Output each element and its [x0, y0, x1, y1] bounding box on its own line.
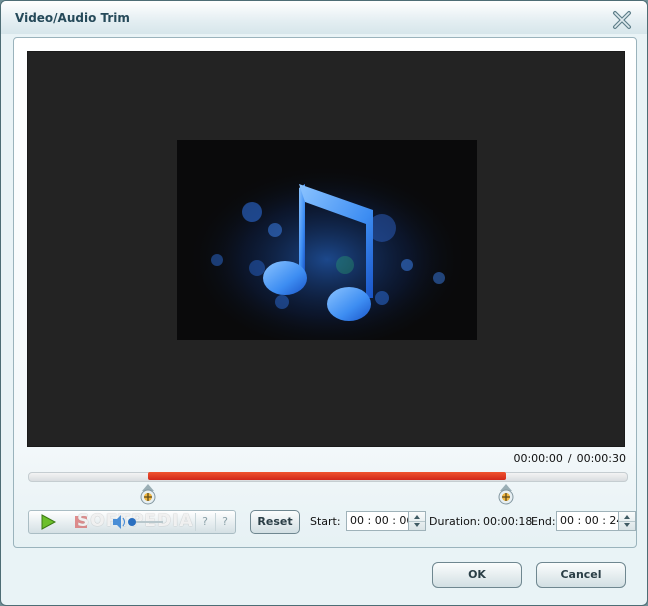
video-preview	[27, 51, 625, 447]
trim-selection	[147, 472, 507, 480]
start-spinner	[408, 512, 425, 530]
album-art	[177, 140, 477, 340]
player-toolbar: SOFTPEDIA ? ?	[28, 510, 236, 534]
ok-button[interactable]: OK	[432, 562, 522, 588]
window-title: Video/Audio Trim	[15, 11, 130, 25]
duration-value: 00:00:18	[483, 515, 533, 528]
play-icon[interactable]	[29, 511, 65, 533]
start-down-arrow-icon[interactable]	[409, 521, 425, 530]
end-time-field[interactable]: 00 : 00 : 24	[556, 511, 636, 531]
end-handle[interactable]	[497, 483, 515, 507]
duration-label: Duration:	[429, 515, 481, 528]
help-button-1[interactable]: ?	[195, 513, 214, 531]
total-time: 00:00:30	[576, 452, 626, 465]
end-spinner	[618, 512, 635, 530]
current-time: 00:00:00	[513, 452, 563, 465]
controls-row: SOFTPEDIA ? ? Reset Start: 00 : 00 : 06	[28, 510, 636, 534]
end-time-value: 00 : 00 : 24	[560, 514, 624, 527]
reset-button[interactable]: Reset	[250, 510, 300, 534]
help-button-2[interactable]: ?	[215, 513, 234, 531]
title-bar[interactable]: Video/Audio Trim	[1, 1, 647, 34]
start-time-value: 00 : 00 : 06	[350, 514, 414, 527]
speaker-icon[interactable]	[109, 511, 169, 533]
trim-panel: 00:00:00/00:00:30 SOFTPEDIA	[13, 37, 637, 548]
start-label: Start:	[310, 515, 341, 528]
end-down-arrow-icon[interactable]	[619, 521, 635, 530]
start-time-field[interactable]: 00 : 00 : 06	[346, 511, 426, 531]
time-separator: /	[567, 452, 572, 465]
cancel-button[interactable]: Cancel	[536, 562, 626, 588]
end-label: End:	[531, 515, 556, 528]
start-handle[interactable]	[139, 483, 157, 507]
time-readout: 00:00:00 / 00:00:30	[513, 452, 626, 465]
close-icon[interactable]	[611, 9, 633, 31]
trim-dialog: Video/Audio Trim 00:00:00 / 00:00:30 ? ?…	[0, 0, 648, 606]
music-note-icon	[177, 140, 477, 340]
